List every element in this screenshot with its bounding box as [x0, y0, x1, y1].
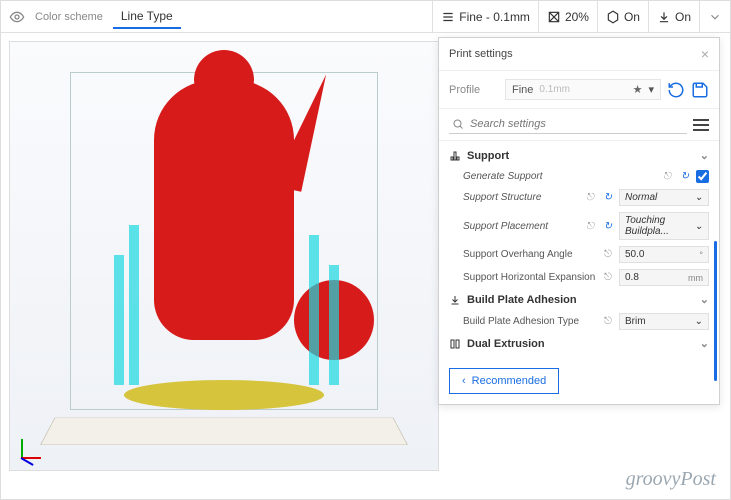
settings-visibility-button[interactable] [693, 119, 709, 131]
infill-label: 20% [565, 10, 589, 24]
recommended-button[interactable]: ‹ Recommended [449, 368, 559, 394]
layers-icon [441, 10, 455, 24]
setting-label: Build Plate Adhesion Type [463, 316, 597, 327]
adhesion-type-dropdown[interactable]: Brim⌄ [619, 313, 709, 330]
profile-hint: 0.1mm [539, 84, 570, 95]
reset-icon[interactable]: ↻ [601, 191, 615, 205]
support-placement-dropdown[interactable]: Touching Buildpla...⌄ [619, 212, 709, 240]
profile-label: Profile [449, 84, 499, 96]
search-input[interactable] [470, 118, 684, 130]
infill-icon [547, 10, 561, 24]
link-icon[interactable]: ⎋ [601, 271, 615, 285]
axis-indicator [16, 434, 46, 464]
setting-label: Generate Support [463, 171, 656, 182]
link-icon[interactable]: ⎋ [601, 315, 615, 329]
generate-support-checkbox[interactable] [696, 170, 709, 183]
profile-save-button[interactable] [691, 81, 709, 99]
color-scheme-label: Color scheme [35, 11, 103, 23]
setting-label: Support Structure [463, 192, 579, 203]
reset-icon[interactable]: ↻ [678, 169, 692, 183]
link-icon[interactable]: ⎋ [583, 191, 597, 205]
chevron-down-icon: ⌄ [700, 293, 709, 306]
profile-dropdown[interactable]: Fine 0.1mm ★ ▾ [505, 79, 661, 100]
star-icon: ★ [633, 83, 643, 96]
adhesion-icon [657, 10, 671, 24]
section-title: Build Plate Adhesion [467, 294, 577, 306]
preview-viewport[interactable] [9, 41, 439, 471]
scrollbar-thumb[interactable] [714, 241, 717, 381]
chevron-down-icon: ⌄ [700, 149, 709, 162]
profile-reset-button[interactable] [667, 81, 685, 99]
quality-preset-button[interactable]: Fine - 0.1mm [432, 1, 538, 33]
section-title: Dual Extrusion [467, 338, 545, 350]
profile-value: Fine [512, 84, 533, 96]
chevron-down-icon [708, 10, 722, 24]
overhang-angle-input[interactable]: 50.0° [619, 246, 709, 263]
support-structure-dropdown[interactable]: Normal⌄ [619, 189, 709, 206]
color-scheme-dropdown[interactable]: Line Type [113, 5, 181, 29]
build-plate [40, 417, 408, 445]
adhesion-icon [449, 294, 461, 306]
support-button[interactable]: On [597, 1, 648, 33]
section-dual-extrusion[interactable]: Dual Extrusion ⌄ [449, 333, 709, 354]
support-icon [606, 10, 620, 24]
horizontal-expansion-input[interactable]: 0.8mm [619, 269, 709, 286]
search-icon [452, 118, 464, 130]
setting-label: Support Placement [463, 221, 579, 232]
section-support[interactable]: Support ⌄ [449, 145, 709, 166]
chevron-left-icon: ‹ [462, 375, 466, 387]
link-icon[interactable]: ⎋ [583, 219, 597, 233]
print-settings-panel: Print settings × Profile Fine 0.1mm ★ ▾ … [438, 37, 720, 405]
link-icon[interactable]: ⎋ [601, 248, 615, 262]
support-label: On [624, 10, 640, 24]
recommended-label: Recommended [472, 375, 547, 387]
chevron-down-icon: ⌄ [700, 337, 709, 350]
watermark: groovyPost [626, 468, 716, 491]
section-title: Support [467, 150, 509, 162]
chevron-down-icon: ▾ [648, 83, 654, 96]
setting-label: Support Horizontal Expansion [463, 272, 597, 283]
toolbar-chevron-button[interactable] [699, 1, 730, 33]
model-preview [134, 80, 314, 400]
infill-button[interactable]: 20% [538, 1, 597, 33]
view-toggle-icon[interactable] [9, 9, 25, 25]
dual-extrusion-icon [449, 338, 461, 350]
top-toolbar: Color scheme Line Type Fine - 0.1mm 20% … [1, 1, 730, 33]
link-icon[interactable]: ⎋ [660, 169, 674, 183]
close-icon[interactable]: × [701, 46, 709, 62]
reset-icon[interactable]: ↻ [601, 219, 615, 233]
panel-title: Print settings [449, 48, 513, 60]
support-icon [449, 150, 461, 162]
setting-label: Support Overhang Angle [463, 249, 597, 260]
adhesion-button[interactable]: On [648, 1, 699, 33]
adhesion-label: On [675, 10, 691, 24]
section-adhesion[interactable]: Build Plate Adhesion ⌄ [449, 289, 709, 310]
quality-label: Fine - 0.1mm [459, 10, 530, 24]
search-input-wrap [449, 115, 687, 134]
